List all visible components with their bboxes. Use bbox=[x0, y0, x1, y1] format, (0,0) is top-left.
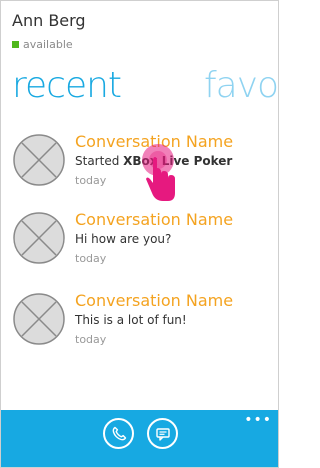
conversation-item[interactable]: Conversation Name This is a lot of fun! … bbox=[13, 291, 271, 357]
conversation-time: today bbox=[75, 174, 107, 187]
phone-icon bbox=[112, 426, 126, 440]
more-options-icon[interactable]: ••• bbox=[244, 412, 272, 428]
conversation-title: Conversation Name bbox=[75, 291, 234, 310]
avatar-placeholder-icon bbox=[13, 212, 65, 264]
pivot-favorites[interactable]: favor bbox=[204, 65, 278, 106]
conversation-time: today bbox=[75, 333, 107, 346]
app-bar: ••• bbox=[1, 410, 278, 467]
conversation-item[interactable]: Conversation Name Hi how are you? today bbox=[13, 210, 271, 276]
avatar-placeholder-icon bbox=[13, 134, 65, 186]
presence-status[interactable]: available bbox=[12, 37, 73, 51]
app-frame: Ann Berg available recent favor Conversa… bbox=[0, 0, 279, 468]
chat-icon bbox=[155, 427, 170, 441]
message-prefix: Started bbox=[75, 154, 124, 168]
conversation-title: Conversation Name bbox=[75, 210, 234, 229]
conversation-message: This is a lot of fun! bbox=[75, 313, 187, 327]
conversation-message: Hi how are you? bbox=[75, 232, 171, 246]
chat-button[interactable] bbox=[147, 418, 178, 449]
pivot-recent[interactable]: recent bbox=[12, 65, 122, 106]
user-name: Ann Berg bbox=[12, 11, 86, 30]
conversation-time: today bbox=[75, 252, 107, 265]
touch-gesture-icon bbox=[142, 144, 175, 201]
avatar-placeholder-icon bbox=[13, 293, 65, 345]
presence-label: available bbox=[23, 37, 73, 51]
message-text: Hi how are you? bbox=[75, 232, 172, 246]
presence-indicator-icon bbox=[12, 40, 19, 48]
message-text: This is a lot of fun! bbox=[75, 313, 187, 327]
call-button[interactable] bbox=[103, 418, 134, 449]
